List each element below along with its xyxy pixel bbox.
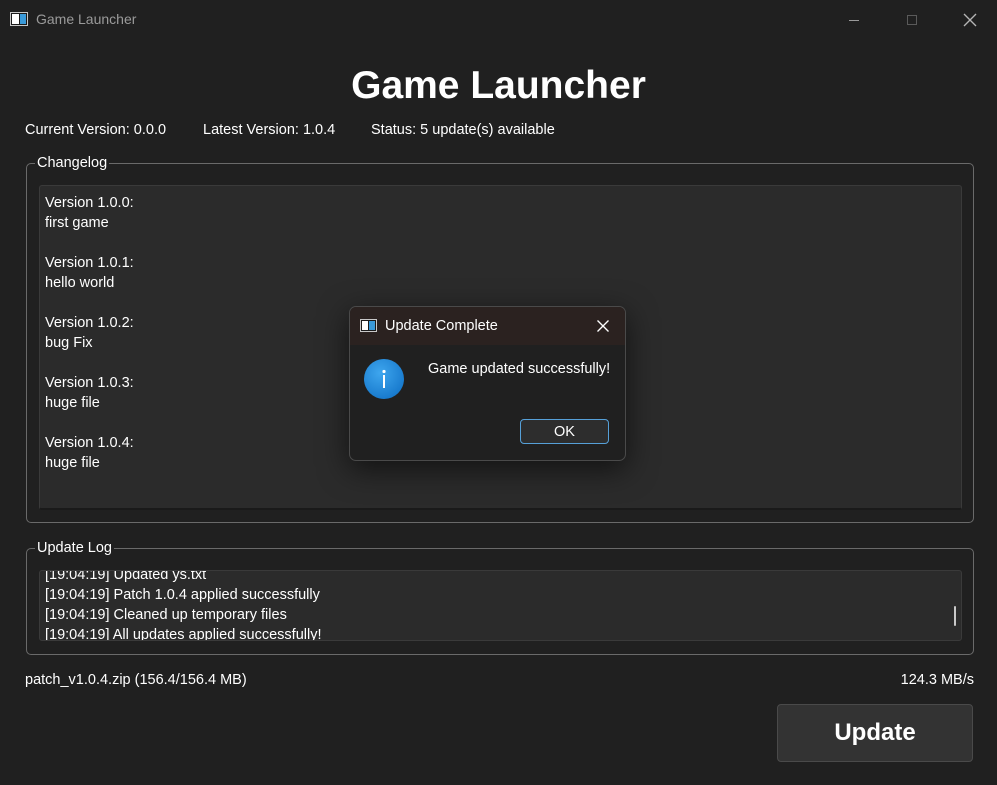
- close-icon: [963, 13, 977, 27]
- changelog-note: first game: [45, 215, 109, 231]
- ok-button[interactable]: OK: [520, 419, 609, 444]
- changelog-note: huge file: [45, 395, 100, 411]
- changelog-version: Version 1.0.4:: [45, 435, 134, 451]
- maximize-button[interactable]: [883, 0, 941, 40]
- update-log-group-label: Update Log: [35, 540, 114, 556]
- changelog-entry: Version 1.0.4: huge file: [45, 433, 134, 473]
- dialog-close-button[interactable]: [588, 313, 618, 339]
- changelog-entry: Version 1.0.1: hello world: [45, 253, 134, 293]
- window-titlebar: Game Launcher: [0, 0, 997, 40]
- page-title: Game Launcher: [351, 64, 646, 107]
- window-title: Game Launcher: [36, 11, 137, 27]
- update-log-text-area[interactable]: [19:04:19] Updated ys.txt [19:04:19] Pat…: [39, 570, 962, 641]
- close-button[interactable]: [941, 0, 997, 40]
- update-button[interactable]: Update: [777, 704, 973, 762]
- changelog-version: Version 1.0.1:: [45, 255, 134, 271]
- latest-version-label: Latest Version: 1.0.4: [203, 122, 336, 138]
- close-icon: [597, 320, 609, 332]
- dialog-title: Update Complete: [385, 318, 498, 334]
- minimize-button[interactable]: [825, 0, 883, 40]
- maximize-icon: [907, 15, 917, 25]
- log-line: [19:04:19] Updated ys.txt: [45, 570, 207, 583]
- info-icon: [364, 359, 404, 399]
- changelog-note: hello world: [45, 275, 115, 291]
- dialog-window-icon: [360, 319, 377, 332]
- changelog-entry: Version 1.0.0: first game: [45, 193, 134, 233]
- changelog-entry: Version 1.0.3: huge file: [45, 373, 134, 413]
- changelog-version: Version 1.0.3:: [45, 375, 134, 391]
- changelog-entry: Version 1.0.2: bug Fix: [45, 313, 134, 353]
- changelog-note: bug Fix: [45, 335, 93, 351]
- current-version-label: Current Version: 0.0.0: [25, 122, 167, 138]
- log-line: [19:04:19] All updates applied successfu…: [45, 627, 322, 641]
- changelog-version: Version 1.0.0:: [45, 195, 134, 211]
- log-line: [19:04:19] Patch 1.0.4 applied successfu…: [45, 587, 320, 603]
- dialog-titlebar: Update Complete: [350, 307, 625, 345]
- update-log-group: Update Log [19:04:19] Updated ys.txt [19…: [26, 540, 974, 655]
- app-window-icon: [10, 12, 28, 26]
- update-status-label: Status: 5 update(s) available: [371, 122, 555, 138]
- changelog-group-label: Changelog: [35, 155, 110, 171]
- changelog-note: huge file: [45, 455, 100, 471]
- changelog-version: Version 1.0.2:: [45, 315, 134, 331]
- update-log-scrollbar[interactable]: [954, 606, 956, 626]
- update-complete-dialog: Update Complete Game updated successfull…: [349, 306, 626, 461]
- dialog-message: Game updated successfully!: [428, 361, 611, 377]
- minimize-icon: [849, 20, 859, 21]
- download-speed: 124.3 MB/s: [900, 672, 974, 688]
- update-log-list: [19:04:19] Updated ys.txt [19:04:19] Pat…: [45, 570, 322, 641]
- download-file-status: patch_v1.0.4.zip (156.4/156.4 MB): [25, 672, 247, 688]
- changelog-list: Version 1.0.0: first game Version 1.0.1:…: [45, 193, 134, 493]
- log-line: [19:04:19] Cleaned up temporary files: [45, 607, 287, 623]
